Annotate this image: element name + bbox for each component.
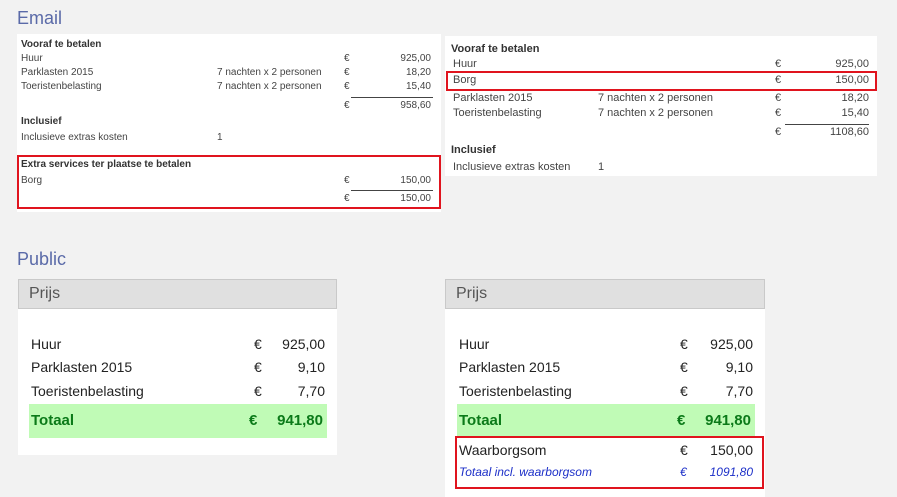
price-row-huur: Huur € 925,00 bbox=[31, 336, 325, 352]
email-incl-row: Inclusieve extras kosten 1 bbox=[21, 132, 223, 143]
email-subtotal: € 958,60 bbox=[344, 100, 431, 111]
price-row-toeristenbelasting: Toeristenbelasting € 7,70 bbox=[31, 383, 325, 399]
email-summary-right: Vooraf te betalen Huur € 925,00 Borg € 1… bbox=[445, 36, 877, 176]
email-row-parklasten: Parklasten 2015 7 nachten x 2 personen €… bbox=[453, 92, 869, 104]
price-box-left: Prijs Huur € 925,00 Parklasten 2015 € 9,… bbox=[18, 279, 337, 455]
incl-header: Inclusief bbox=[21, 116, 62, 127]
price-row-huur: Huur € 925,00 bbox=[459, 336, 753, 352]
price-row-toeristenbelasting: Toeristenbelasting € 7,70 bbox=[459, 383, 753, 399]
prepay-header: Vooraf te betalen bbox=[451, 43, 540, 55]
email-row-toeristenbelasting: Toeristenbelasting 7 nachten x 2 persone… bbox=[453, 107, 869, 119]
price-box-header: Prijs bbox=[18, 279, 337, 309]
email-section-title: Email bbox=[17, 8, 63, 28]
highlight-deposit-rows bbox=[455, 436, 764, 489]
email-row-parklasten: Parklasten 2015 7 nachten x 2 personen €… bbox=[21, 67, 431, 78]
email-row-toeristenbelasting: Toeristenbelasting 7 nachten x 2 persone… bbox=[21, 81, 431, 92]
price-total-row: Totaal € 941,80 bbox=[29, 404, 327, 438]
subtotal-divider bbox=[351, 97, 433, 98]
price-total-row: Totaal € 941,80 bbox=[457, 404, 755, 438]
email-subtotal: € 1108,60 bbox=[775, 126, 869, 138]
highlight-borg-row bbox=[446, 71, 877, 91]
price-row-parklasten: Parklasten 2015 € 9,10 bbox=[459, 359, 753, 375]
incl-header: Inclusief bbox=[451, 144, 496, 156]
prepay-header: Vooraf te betalen bbox=[21, 39, 102, 50]
price-row-parklasten: Parklasten 2015 € 9,10 bbox=[31, 359, 325, 375]
price-box-header: Prijs bbox=[445, 279, 765, 309]
email-row-huur: Huur € 925,00 bbox=[21, 53, 431, 64]
email-incl-row: Inclusieve extras kosten 1 bbox=[453, 161, 605, 173]
public-section-title: Public bbox=[17, 249, 67, 269]
highlight-extra-services bbox=[17, 155, 441, 209]
email-row-huur: Huur € 925,00 bbox=[453, 58, 869, 70]
